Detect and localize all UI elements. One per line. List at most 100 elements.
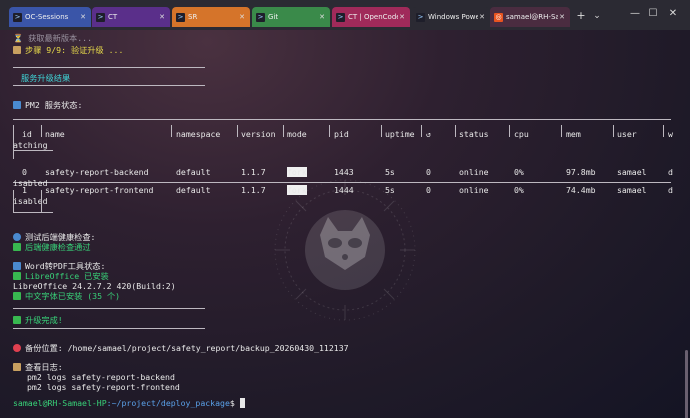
output-line: Word转PDF工具状态: bbox=[13, 261, 105, 271]
prompt-line[interactable]: samael@RH-Samael-HP:~/project/deploy_pac… bbox=[13, 398, 245, 408]
close-icon[interactable]: ✕ bbox=[158, 13, 166, 21]
powershell-icon: > bbox=[416, 12, 425, 22]
terminal-icon: > bbox=[13, 12, 22, 22]
cell-cpu: 0% bbox=[514, 167, 524, 177]
cell-user: samael bbox=[617, 185, 647, 195]
cell-namespace: default bbox=[176, 167, 211, 177]
table-border bbox=[663, 125, 664, 137]
col-header: namespace bbox=[176, 129, 221, 139]
cell-mode: fork bbox=[287, 167, 307, 177]
col-header: uptime bbox=[385, 129, 415, 139]
loading-text: ⏳ 获取最新版本... bbox=[13, 33, 93, 43]
libreoffice-installed-text: LibreOffice 已安装 bbox=[25, 271, 109, 281]
tab-label: OC-Sessions bbox=[25, 13, 69, 21]
output-line: PM2 服务状态: bbox=[13, 100, 82, 110]
table-border bbox=[329, 125, 330, 137]
divider bbox=[13, 308, 205, 309]
minimize-button[interactable]: — bbox=[626, 6, 644, 22]
output-line: 查看日志: bbox=[13, 362, 63, 372]
table-border bbox=[13, 190, 14, 212]
tab-oc-sessions[interactable]: > OC-Sessions ✕ bbox=[9, 7, 91, 27]
table-border bbox=[455, 125, 456, 137]
clipboard-icon bbox=[13, 363, 21, 371]
close-icon[interactable]: ✕ bbox=[79, 13, 87, 21]
output-line: pm2 logs safety-report-backend bbox=[27, 372, 175, 382]
col-header: mem bbox=[566, 129, 581, 139]
col-header: ↺ bbox=[426, 129, 431, 139]
cell-user: samael bbox=[617, 167, 647, 177]
cell-restarts: 0 bbox=[426, 167, 431, 177]
prompt-symbol: $ bbox=[229, 398, 235, 408]
close-window-button[interactable]: ✕ bbox=[664, 6, 682, 22]
cell-mem: 97.8mb bbox=[566, 167, 596, 177]
tab-sr[interactable]: > SR ✕ bbox=[172, 7, 250, 27]
col-header: pid bbox=[334, 129, 349, 139]
col-header: mode bbox=[287, 129, 307, 139]
cell-name: safety-report-backend bbox=[45, 167, 149, 177]
divider bbox=[13, 67, 205, 68]
tab-label: CT | OpenCode bbox=[348, 13, 398, 21]
close-icon[interactable]: ✕ bbox=[558, 13, 566, 21]
cell-name: safety-report-frontend bbox=[45, 185, 154, 195]
cell-restarts: 0 bbox=[426, 185, 431, 195]
col-header-wrap: atching bbox=[13, 140, 48, 150]
cell-pid: 1444 bbox=[334, 185, 354, 195]
col-header: version bbox=[241, 129, 276, 139]
table-border bbox=[171, 125, 172, 137]
logs-title: 查看日志: bbox=[25, 362, 63, 372]
prompt-user: samael@RH-Samael-HP bbox=[13, 398, 107, 408]
tab-git[interactable]: > Git ✕ bbox=[252, 7, 330, 27]
tab-samael-active[interactable]: ◎ samael@RH-Sam ✕ bbox=[490, 7, 570, 27]
close-icon[interactable]: ✕ bbox=[238, 13, 246, 21]
terminal-icon: > bbox=[96, 12, 105, 22]
ubuntu-icon: ◎ bbox=[494, 12, 503, 22]
table-top-border bbox=[13, 119, 671, 120]
tab-dropdown-button[interactable]: ⌄ bbox=[590, 8, 604, 24]
close-icon[interactable]: ✕ bbox=[398, 13, 406, 21]
close-icon[interactable]: ✕ bbox=[318, 13, 326, 21]
tab-bar: > OC-Sessions ✕ > CT ✕ > SR ✕ > Git ✕ > … bbox=[0, 0, 690, 30]
output-line: 步骤 9/9: 验证升级 ... bbox=[13, 45, 123, 55]
upgrade-done-text: 升级完成! bbox=[25, 315, 63, 325]
check-icon bbox=[13, 316, 21, 324]
terminal-pane[interactable]: ⏳ 获取最新版本... 步骤 9/9: 验证升级 ... 服务升级结果 PM2 … bbox=[0, 30, 690, 418]
check-icon bbox=[13, 292, 21, 300]
tab-ct-opencode[interactable]: > CT | OpenCode ✕ bbox=[332, 7, 410, 27]
table-border bbox=[237, 125, 238, 137]
cell-status: online bbox=[459, 167, 489, 177]
tab-ct[interactable]: > CT ✕ bbox=[92, 7, 170, 27]
pin-icon bbox=[13, 344, 21, 352]
maximize-button[interactable]: ☐ bbox=[644, 6, 662, 22]
col-header: cpu bbox=[514, 129, 529, 139]
terminal-window: > OC-Sessions ✕ > CT ✕ > SR ✕ > Git ✕ > … bbox=[0, 0, 690, 418]
word-pdf-title: Word转PDF工具状态: bbox=[25, 261, 106, 271]
cell-watching: d bbox=[668, 167, 673, 177]
cell-mem: 74.4mb bbox=[566, 185, 596, 195]
heading: 服务升级结果 bbox=[21, 73, 71, 83]
chart-icon bbox=[13, 101, 21, 109]
prompt-path: :~/project/deploy_package bbox=[106, 398, 230, 408]
scrollbar[interactable] bbox=[685, 350, 688, 418]
cell-wrap: isabled bbox=[13, 196, 48, 206]
clipboard-icon bbox=[13, 46, 21, 54]
new-tab-button[interactable]: + bbox=[574, 8, 588, 24]
step-text: 步骤 9/9: 验证升级 ... bbox=[25, 45, 124, 55]
table-row-border bbox=[13, 150, 53, 151]
divider bbox=[13, 328, 205, 329]
raccoon-watermark-icon bbox=[274, 179, 416, 321]
cell-status: online bbox=[459, 185, 489, 195]
tab-windows-powershell[interactable]: > Windows PowerSh ✕ bbox=[412, 7, 490, 27]
cell-namespace: default bbox=[176, 185, 211, 195]
close-icon[interactable]: ✕ bbox=[478, 13, 486, 21]
output-line: 升级完成! bbox=[13, 315, 63, 325]
divider bbox=[13, 85, 205, 86]
health-title: 测试后端健康检查: bbox=[25, 232, 96, 242]
col-header: id bbox=[22, 129, 32, 139]
output-line: 测试后端健康检查: bbox=[13, 232, 95, 242]
col-header: user bbox=[617, 129, 637, 139]
output-line: 备份位置: /home/samael/project/safety_report… bbox=[13, 343, 349, 353]
magnifier-icon bbox=[13, 233, 21, 241]
cursor bbox=[239, 398, 245, 408]
table-border bbox=[283, 125, 284, 137]
cell-uptime: 5s bbox=[385, 167, 395, 177]
